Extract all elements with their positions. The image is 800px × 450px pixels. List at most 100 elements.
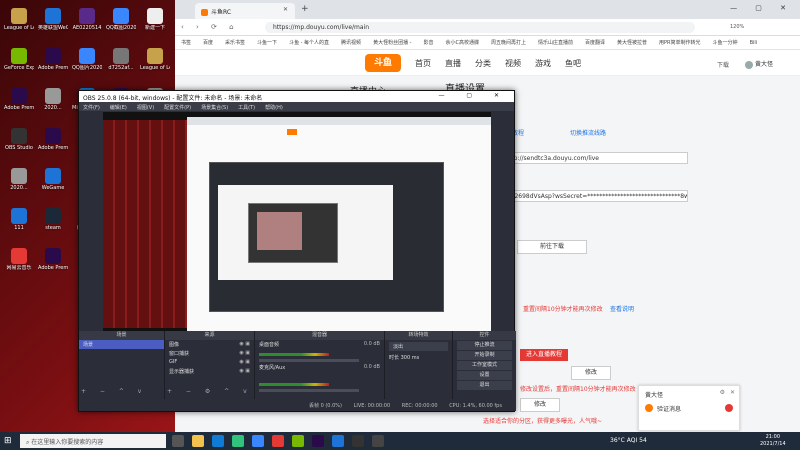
source-item[interactable]: 显示器捕获 ◉ ▣ [165, 367, 254, 376]
url-input[interactable]: https://mp.douyu.com/live/main [265, 22, 695, 33]
obs-menu-item[interactable]: 编辑(E) [110, 105, 127, 111]
obs-menu-item[interactable]: 工具(T) [238, 105, 255, 111]
file-explorer-icon[interactable] [192, 435, 204, 447]
desktop-icon[interactable]: OBS Studio [4, 126, 34, 162]
desktop-icon[interactable]: Adobe Premie... [38, 46, 68, 82]
bookmark-item[interactable]: Bili [750, 40, 758, 46]
bookmark-item[interactable]: 黄大怪被拉普 [617, 40, 647, 46]
download-link[interactable]: 下载 [717, 60, 729, 69]
bookmark-item[interactable]: 百度翻译 [585, 40, 605, 46]
bookmark-item[interactable]: 采乐书签 [225, 40, 245, 46]
source-item[interactable]: 窗口捕获 ◉ ▣ [165, 349, 254, 358]
transition-select[interactable]: 淡出 [389, 342, 448, 351]
bookmark-item[interactable]: 腾讯视频 [341, 40, 361, 46]
obs-menu-item[interactable]: 场景集合(S) [201, 105, 228, 111]
close-icon[interactable]: ✕ [730, 389, 735, 396]
qq-notification[interactable]: 黄大怪 ⚙ ✕ 验证消息 [638, 385, 740, 431]
nav-item[interactable]: 鱼吧 [565, 59, 581, 68]
source-toolbar[interactable]: + − ⚙ ^ v [167, 388, 253, 395]
window-controls[interactable]: — ▢ ✕ [730, 4, 794, 12]
eye-icon[interactable]: ◉ ▣ [239, 341, 250, 347]
obs-menu-item[interactable]: 帮助(H) [265, 105, 283, 111]
bookmark-item[interactable]: 用PR简单制作转光 [659, 40, 701, 46]
apply-live-button[interactable]: 进入直播教程 [520, 349, 569, 361]
switch-line-link[interactable]: 切换推流线路 [570, 128, 606, 137]
eye-icon[interactable]: ◉ ▣ [239, 359, 250, 365]
weather-widget[interactable]: 36°C AQI 54 [610, 437, 647, 444]
desktop-icon[interactable]: League of Legends [140, 46, 170, 82]
studio-mode-button[interactable]: 工作室模式 [457, 361, 512, 370]
start-recording-button[interactable]: 开始录制 [457, 351, 512, 360]
app-icon[interactable] [372, 435, 384, 447]
obs-task-icon[interactable] [352, 435, 364, 447]
netease-music-icon[interactable] [272, 435, 284, 447]
bookmark-item[interactable]: 斗鱼一分钟 [713, 40, 738, 46]
desktop-icon[interactable]: 2020... [4, 166, 34, 202]
user-menu[interactable]: 黄大怪 [745, 59, 773, 69]
source-item[interactable]: 图像 ◉ ▣ [165, 340, 254, 349]
exit-button[interactable]: 退出 [457, 381, 512, 390]
obs-menu-item[interactable]: 视图(V) [137, 105, 154, 111]
bookmark-item[interactable]: 书签 [181, 40, 191, 46]
rtmp-url-field[interactable]: rtmp://sendtc3a.douyu.com/live [498, 152, 688, 164]
task-view-icon[interactable] [172, 435, 184, 447]
premiere-icon[interactable] [312, 435, 324, 447]
obs-preview[interactable] [103, 112, 491, 331]
desktop-icon[interactable]: 新建一下 [140, 6, 170, 42]
desktop-icon[interactable]: QQ图片2020... [72, 46, 102, 82]
eye-icon[interactable]: ◉ ▣ [239, 350, 250, 356]
volume-slider[interactable] [259, 389, 359, 392]
bookmark-item[interactable]: 余小C高校通牒 [445, 40, 479, 46]
volume-slider[interactable] [259, 359, 359, 362]
desktop-icon[interactable]: Adobe Premie... [38, 246, 68, 282]
modify-button[interactable]: 修改 [520, 398, 560, 412]
desktop-icon[interactable]: 111 [4, 206, 34, 242]
nav-item[interactable]: 视频 [505, 59, 521, 68]
desktop-icon[interactable]: GeForce Experience [4, 46, 34, 82]
gear-icon[interactable]: ⚙ [720, 389, 725, 396]
obs-menu-item[interactable]: 文件(F) [83, 105, 100, 111]
desktop-icon[interactable]: 2020... [38, 86, 68, 122]
browser-task-icon[interactable] [332, 435, 344, 447]
windows-start-icon[interactable]: ⊞ [4, 436, 14, 446]
stream-key-field[interactable]: 8072698dVsAsp?wsSecret=*****************… [498, 190, 688, 202]
nav-item[interactable]: 分类 [475, 59, 491, 68]
desktop-icon[interactable]: WeGame [38, 166, 68, 202]
stop-stream-button[interactable]: 停止推流 [457, 341, 512, 350]
obs-window-controls[interactable]: — ▢ ✕ [438, 92, 509, 99]
wechat-icon[interactable] [232, 435, 244, 447]
bookmark-item[interactable]: 影音 [423, 40, 433, 46]
desktop-icon[interactable]: League of Legends [4, 6, 34, 42]
site-logo[interactable]: 斗鱼 [365, 54, 401, 72]
nav-item[interactable]: 首页 [415, 59, 431, 68]
download-button[interactable]: 前往下载 [517, 240, 587, 254]
desktop-icon[interactable]: Adobe Premie... [38, 126, 68, 162]
desktop-icon[interactable]: 英雄联盟WeGame版 [38, 6, 68, 42]
nav-item[interactable]: 直播 [445, 59, 461, 68]
desktop-icon[interactable]: 网易云音乐 [4, 246, 34, 282]
view-link[interactable]: 查看说明 [610, 304, 634, 313]
bookmark-item[interactable]: 周五晚间再打上 [491, 40, 526, 46]
scene-item[interactable]: 场景 [79, 340, 164, 349]
nav-buttons[interactable]: ‹ › ⟳ ⌂ [181, 23, 239, 31]
nav-item[interactable]: 游戏 [535, 59, 551, 68]
desktop-icon[interactable]: d7252af... [106, 46, 136, 82]
taskbar-search[interactable]: ⌕ 在这里输入你要搜索的内容 [20, 434, 166, 448]
eye-icon[interactable]: ◉ ▣ [239, 368, 250, 374]
obs-menu-item[interactable]: 配置文件(P) [164, 105, 191, 111]
edge-icon[interactable] [212, 435, 224, 447]
desktop-icon[interactable]: AE0220514 [72, 6, 102, 42]
desktop-icon[interactable]: QQ截图2020... [106, 6, 136, 42]
bookmark-item[interactable]: 斗鱼一下 [257, 40, 277, 46]
bookmark-item[interactable]: 斗鱼 - 每个人的直 [289, 40, 329, 46]
desktop-icon[interactable]: steam [38, 206, 68, 242]
app-icon[interactable] [292, 435, 304, 447]
settings-button[interactable]: 设置 [457, 371, 512, 380]
scene-toolbar[interactable]: + − ^ v [81, 388, 147, 395]
source-item[interactable]: GIF ◉ ▣ [165, 358, 254, 367]
close-tab-icon[interactable]: ✕ [283, 6, 288, 13]
qq-icon[interactable] [252, 435, 264, 447]
system-clock[interactable]: 21:00 2021/7/14 [760, 434, 786, 448]
browser-tab[interactable]: 斗鱼RC [195, 3, 295, 19]
desktop-icon[interactable]: Adobe Premie... [4, 86, 34, 122]
